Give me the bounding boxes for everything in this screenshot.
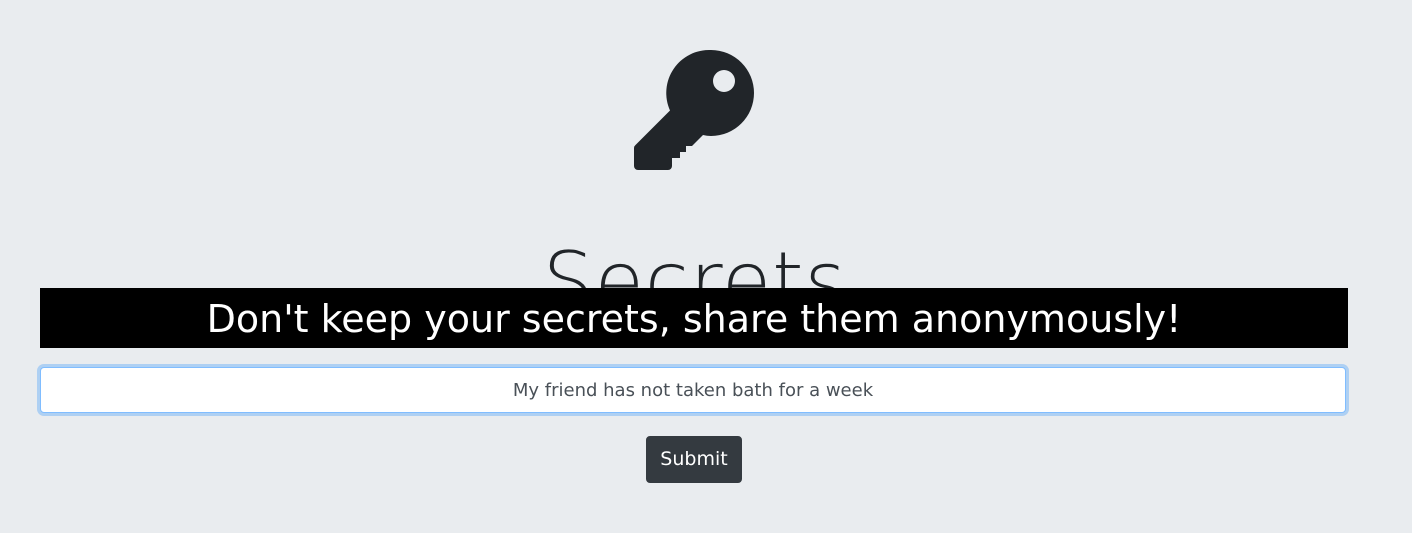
key-icon bbox=[632, 48, 756, 172]
jumbotron: Secrets Don't keep your secrets, share t… bbox=[0, 0, 1412, 533]
secret-input[interactable] bbox=[40, 367, 1346, 413]
submit-button[interactable]: Submit bbox=[646, 436, 742, 483]
tagline-banner: Don't keep your secrets, share them anon… bbox=[40, 288, 1348, 348]
